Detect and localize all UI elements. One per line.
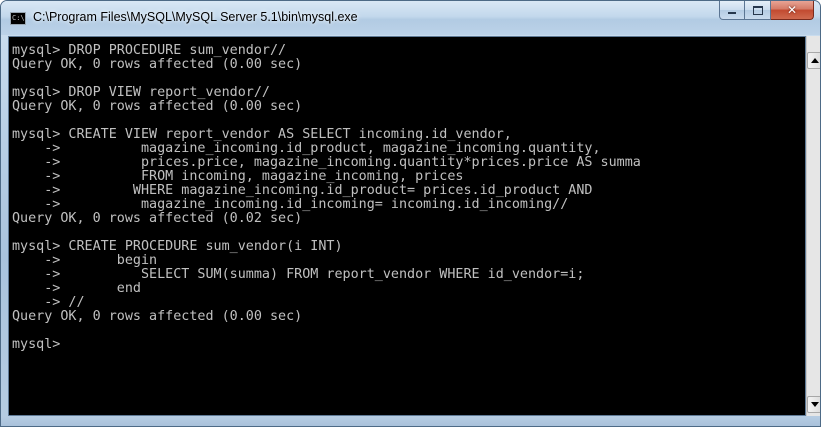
console-line: -> magazine_incoming.id_incoming= incomi…: [12, 197, 569, 212]
console-text: mysql> DROP PROCEDURE sum_vendor//Query …: [12, 44, 641, 352]
scroll-down-arrow-icon: [810, 402, 819, 407]
console-line: -> WHERE magazine_incoming.id_product= p…: [12, 183, 593, 198]
console-line: -> //: [12, 295, 85, 310]
console-line: Query OK, 0 rows affected (0.00 sec): [12, 99, 303, 114]
minimize-button[interactable]: [719, 1, 745, 20]
console-line: Query OK, 0 rows affected (0.00 sec): [12, 57, 303, 72]
window-bottom-frame: [1, 416, 820, 426]
console-line: Query OK, 0 rows affected (0.00 sec): [12, 309, 303, 324]
vertical-scrollbar[interactable]: [806, 36, 820, 416]
minimize-icon: [728, 12, 736, 14]
console-app-icon[interactable]: C:\: [10, 12, 26, 25]
console-line: mysql> DROP PROCEDURE sum_vendor//: [12, 43, 287, 58]
scrollbar-track[interactable]: [808, 70, 820, 385]
scroll-up-arrow-icon: [810, 58, 819, 63]
console-line: -> FROM incoming, magazine_incoming, pri…: [12, 169, 464, 184]
close-icon: ✕: [786, 3, 798, 17]
console-line: -> end: [12, 281, 141, 296]
console-line: mysql>: [12, 337, 69, 352]
window-title: C:\Program Files\MySQL\MySQL Server 5.1\…: [33, 10, 358, 24]
close-button[interactable]: ✕: [771, 1, 814, 20]
console-line: -> prices.price, magazine_incoming.quant…: [12, 155, 641, 170]
console-line: -> begin: [12, 253, 158, 268]
console-line: -> SELECT SUM(summa) FROM report_vendor …: [12, 267, 585, 282]
console-line: Query OK, 0 rows affected (0.02 sec): [12, 211, 303, 226]
console-window: C:\ C:\Program Files\MySQL\MySQL Server …: [0, 0, 821, 427]
console-line: mysql> DROP VIEW report_vendor//: [12, 85, 270, 100]
scroll-up-button[interactable]: [807, 52, 820, 69]
maximize-icon: [752, 5, 763, 15]
scroll-down-button[interactable]: [807, 396, 820, 413]
maximize-button[interactable]: [745, 1, 771, 20]
console-line: mysql> CREATE VIEW report_vendor AS SELE…: [12, 127, 512, 142]
title-bar[interactable]: C:\ C:\Program Files\MySQL\MySQL Server …: [1, 1, 820, 35]
console-line: mysql> CREATE PROCEDURE sum_vendor(i INT…: [12, 239, 343, 254]
caption-buttons: ✕: [719, 1, 814, 21]
console-line: -> magazine_incoming.id_product, magazin…: [12, 141, 601, 156]
console-output[interactable]: mysql> DROP PROCEDURE sum_vendor//Query …: [8, 36, 806, 416]
